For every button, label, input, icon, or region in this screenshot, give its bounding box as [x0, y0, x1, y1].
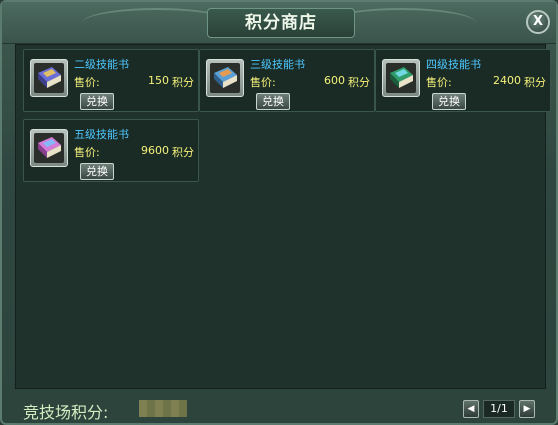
- shop-item-grid: 二级技能书 售价: 150 积分 兑换 三级技能书 售价: 600 积分 兑换 …: [15, 44, 551, 389]
- pagination: ◀ 1/1 ▶: [463, 400, 535, 418]
- page-indicator: 1/1: [483, 400, 515, 418]
- price-value: 9600: [141, 144, 169, 157]
- item-name: 五级技能书: [74, 128, 129, 141]
- exchange-button[interactable]: 兑换: [80, 163, 114, 180]
- skill-book-icon[interactable]: [30, 129, 68, 167]
- item-name: 三级技能书: [250, 58, 305, 71]
- skill-book-icon[interactable]: [30, 59, 68, 97]
- price-unit: 积分: [172, 146, 194, 159]
- item-name: 二级技能书: [74, 58, 129, 71]
- footer-bar: 竞技场积分: ◀ 1/1 ▶: [15, 392, 546, 424]
- price-value: 150: [148, 74, 169, 87]
- price-label: 售价:: [426, 76, 452, 89]
- prev-page-button[interactable]: ◀: [463, 400, 479, 418]
- price-unit: 积分: [524, 76, 546, 89]
- arena-points-value-obscured: [139, 400, 187, 417]
- window-title: 积分商店: [207, 8, 355, 38]
- shop-item-skillbook-4: 四级技能书 售价: 2400 积分 兑换: [375, 49, 551, 112]
- exchange-button[interactable]: 兑换: [80, 93, 114, 110]
- price-label: 售价:: [74, 76, 100, 89]
- shop-item-skillbook-3: 三级技能书 售价: 600 积分 兑换: [199, 49, 375, 112]
- exchange-button[interactable]: 兑换: [256, 93, 290, 110]
- shop-item-skillbook-5: 五级技能书 售价: 9600 积分 兑换: [23, 119, 199, 182]
- price-value: 600: [324, 74, 345, 87]
- price-value: 2400: [493, 74, 521, 87]
- price-unit: 积分: [348, 76, 370, 89]
- skill-book-icon[interactable]: [382, 59, 420, 97]
- exchange-button[interactable]: 兑换: [432, 93, 466, 110]
- price-label: 售价:: [250, 76, 276, 89]
- title-bar: 积分商店 X: [2, 2, 556, 44]
- price-unit: 积分: [172, 76, 194, 89]
- shop-window: 积分商店 X 二级技能书 售价: 150 积分 兑换 三级技能书 售价: 600…: [0, 0, 558, 425]
- price-label: 售价:: [74, 146, 100, 159]
- arena-points-label: 竞技场积分:: [23, 403, 109, 422]
- close-button[interactable]: X: [526, 10, 550, 34]
- skill-book-icon[interactable]: [206, 59, 244, 97]
- next-page-button[interactable]: ▶: [519, 400, 535, 418]
- item-name: 四级技能书: [426, 58, 481, 71]
- shop-item-skillbook-2: 二级技能书 售价: 150 积分 兑换: [23, 49, 199, 112]
